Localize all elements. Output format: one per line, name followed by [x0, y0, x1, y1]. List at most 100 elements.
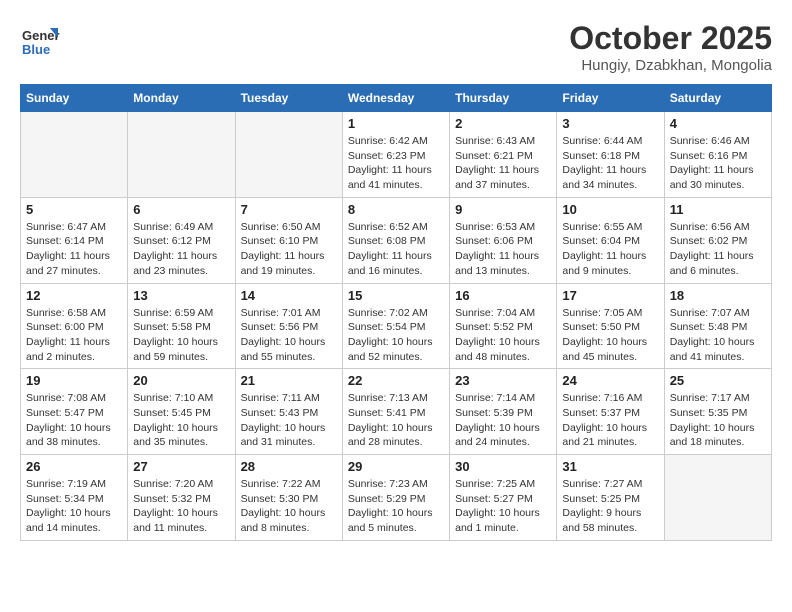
weekday-header: Wednesday: [342, 85, 449, 112]
calendar-cell: 12 Sunrise: 6:58 AM Sunset: 6:00 PM Dayli…: [21, 283, 128, 369]
day-info: Sunrise: 6:47 AM Sunset: 6:14 PM Dayligh…: [26, 220, 122, 279]
calendar-cell: 17 Sunrise: 7:05 AM Sunset: 5:50 PM Dayli…: [557, 283, 664, 369]
calendar-cell: 18 Sunrise: 7:07 AM Sunset: 5:48 PM Dayli…: [664, 283, 771, 369]
day-info: Sunrise: 6:44 AM Sunset: 6:18 PM Dayligh…: [562, 134, 658, 193]
calendar-cell: 7 Sunrise: 6:50 AM Sunset: 6:10 PM Daylig…: [235, 197, 342, 283]
day-info: Sunrise: 7:22 AM Sunset: 5:30 PM Dayligh…: [241, 477, 337, 536]
day-number: 6: [133, 202, 229, 217]
calendar-week-row: 26Sunrise: 7:19 AM Sunset: 5:34 PM Dayli…: [21, 455, 772, 541]
calendar-cell: 31 Sunrise: 7:27 AM Sunset: 5:25 PM Dayli…: [557, 455, 664, 541]
day-number: 13: [133, 288, 229, 303]
logo-icon: General Blue: [20, 20, 60, 60]
day-number: 10: [562, 202, 658, 217]
day-number: 5: [26, 202, 122, 217]
calendar-cell: 3Sunrise: 6:44 AM Sunset: 6:18 PM Daylig…: [557, 112, 664, 198]
month-title: October 2025: [569, 20, 772, 57]
calendar-cell: 26Sunrise: 7:19 AM Sunset: 5:34 PM Dayli…: [21, 455, 128, 541]
day-number: 24: [562, 373, 658, 388]
calendar-week-row: 12 Sunrise: 6:58 AM Sunset: 6:00 PM Dayli…: [21, 283, 772, 369]
calendar-cell: 22Sunrise: 7:13 AM Sunset: 5:41 PM Dayli…: [342, 369, 449, 455]
day-number: 11: [670, 202, 766, 217]
day-number: 12: [26, 288, 122, 303]
calendar-cell: 29 Sunrise: 7:23 AM Sunset: 5:29 PM Dayli…: [342, 455, 449, 541]
day-info: Sunrise: 6:52 AM Sunset: 6:08 PM Dayligh…: [348, 220, 444, 279]
calendar-cell: 24 Sunrise: 7:16 AM Sunset: 5:37 PM Dayli…: [557, 369, 664, 455]
calendar-week-row: 5 Sunrise: 6:47 AM Sunset: 6:14 PM Daylig…: [21, 197, 772, 283]
weekday-header: Tuesday: [235, 85, 342, 112]
calendar-cell: 25 Sunrise: 7:17 AM Sunset: 5:35 PM Dayli…: [664, 369, 771, 455]
day-info: Sunrise: 6:59 AM Sunset: 5:58 PM Dayligh…: [133, 306, 229, 365]
day-info: Sunrise: 7:14 AM Sunset: 5:39 PM Dayligh…: [455, 391, 551, 450]
calendar-cell: 2Sunrise: 6:43 AM Sunset: 6:21 PM Daylig…: [450, 112, 557, 198]
day-info: Sunrise: 6:46 AM Sunset: 6:16 PM Dayligh…: [670, 134, 766, 193]
day-info: Sunrise: 7:25 AM Sunset: 5:27 PM Dayligh…: [455, 477, 551, 536]
day-info: Sunrise: 6:43 AM Sunset: 6:21 PM Dayligh…: [455, 134, 551, 193]
calendar-cell: 15Sunrise: 7:02 AM Sunset: 5:54 PM Dayli…: [342, 283, 449, 369]
day-number: 7: [241, 202, 337, 217]
day-number: 19: [26, 373, 122, 388]
weekday-header: Sunday: [21, 85, 128, 112]
day-number: 21: [241, 373, 337, 388]
day-info: Sunrise: 7:16 AM Sunset: 5:37 PM Dayligh…: [562, 391, 658, 450]
day-number: 25: [670, 373, 766, 388]
day-info: Sunrise: 7:23 AM Sunset: 5:29 PM Dayligh…: [348, 477, 444, 536]
day-info: Sunrise: 7:11 AM Sunset: 5:43 PM Dayligh…: [241, 391, 337, 450]
calendar-cell: 13 Sunrise: 6:59 AM Sunset: 5:58 PM Dayli…: [128, 283, 235, 369]
day-info: Sunrise: 7:10 AM Sunset: 5:45 PM Dayligh…: [133, 391, 229, 450]
day-info: Sunrise: 7:01 AM Sunset: 5:56 PM Dayligh…: [241, 306, 337, 365]
calendar-week-row: 1Sunrise: 6:42 AM Sunset: 6:23 PM Daylig…: [21, 112, 772, 198]
calendar-cell: 6 Sunrise: 6:49 AM Sunset: 6:12 PM Daylig…: [128, 197, 235, 283]
calendar-cell: 1Sunrise: 6:42 AM Sunset: 6:23 PM Daylig…: [342, 112, 449, 198]
day-info: Sunrise: 7:05 AM Sunset: 5:50 PM Dayligh…: [562, 306, 658, 365]
day-info: Sunrise: 6:50 AM Sunset: 6:10 PM Dayligh…: [241, 220, 337, 279]
calendar-cell: [21, 112, 128, 198]
day-number: 18: [670, 288, 766, 303]
calendar-cell: 27Sunrise: 7:20 AM Sunset: 5:32 PM Dayli…: [128, 455, 235, 541]
calendar-header-row: SundayMondayTuesdayWednesdayThursdayFrid…: [21, 85, 772, 112]
day-info: Sunrise: 7:02 AM Sunset: 5:54 PM Dayligh…: [348, 306, 444, 365]
day-number: 26: [26, 459, 122, 474]
day-info: Sunrise: 7:17 AM Sunset: 5:35 PM Dayligh…: [670, 391, 766, 450]
calendar-cell: 21 Sunrise: 7:11 AM Sunset: 5:43 PM Dayli…: [235, 369, 342, 455]
day-info: Sunrise: 6:53 AM Sunset: 6:06 PM Dayligh…: [455, 220, 551, 279]
day-info: Sunrise: 7:27 AM Sunset: 5:25 PM Dayligh…: [562, 477, 658, 536]
day-number: 1: [348, 116, 444, 131]
calendar-cell: 28 Sunrise: 7:22 AM Sunset: 5:30 PM Dayli…: [235, 455, 342, 541]
day-info: Sunrise: 6:56 AM Sunset: 6:02 PM Dayligh…: [670, 220, 766, 279]
day-info: Sunrise: 6:55 AM Sunset: 6:04 PM Dayligh…: [562, 220, 658, 279]
day-number: 28: [241, 459, 337, 474]
calendar-cell: [664, 455, 771, 541]
day-info: Sunrise: 7:20 AM Sunset: 5:32 PM Dayligh…: [133, 477, 229, 536]
day-info: Sunrise: 6:58 AM Sunset: 6:00 PM Dayligh…: [26, 306, 122, 365]
day-number: 29: [348, 459, 444, 474]
weekday-header: Thursday: [450, 85, 557, 112]
calendar-cell: 23 Sunrise: 7:14 AM Sunset: 5:39 PM Dayli…: [450, 369, 557, 455]
day-number: 4: [670, 116, 766, 131]
day-number: 23: [455, 373, 551, 388]
day-info: Sunrise: 7:08 AM Sunset: 5:47 PM Dayligh…: [26, 391, 122, 450]
calendar-cell: 9 Sunrise: 6:53 AM Sunset: 6:06 PM Daylig…: [450, 197, 557, 283]
location: Hungiy, Dzabkhan, Mongolia: [569, 57, 772, 74]
day-number: 20: [133, 373, 229, 388]
day-number: 17: [562, 288, 658, 303]
logo: General Blue: [20, 20, 64, 60]
calendar-cell: 19 Sunrise: 7:08 AM Sunset: 5:47 PM Dayli…: [21, 369, 128, 455]
day-info: Sunrise: 7:13 AM Sunset: 5:41 PM Dayligh…: [348, 391, 444, 450]
calendar-cell: 4 Sunrise: 6:46 AM Sunset: 6:16 PM Daylig…: [664, 112, 771, 198]
calendar-table: SundayMondayTuesdayWednesdayThursdayFrid…: [20, 84, 772, 541]
day-number: 31: [562, 459, 658, 474]
calendar-cell: [235, 112, 342, 198]
weekday-header: Monday: [128, 85, 235, 112]
calendar-cell: [128, 112, 235, 198]
weekday-header: Friday: [557, 85, 664, 112]
day-number: 14: [241, 288, 337, 303]
day-info: Sunrise: 7:07 AM Sunset: 5:48 PM Dayligh…: [670, 306, 766, 365]
day-info: Sunrise: 6:49 AM Sunset: 6:12 PM Dayligh…: [133, 220, 229, 279]
day-info: Sunrise: 7:04 AM Sunset: 5:52 PM Dayligh…: [455, 306, 551, 365]
calendar-cell: 5 Sunrise: 6:47 AM Sunset: 6:14 PM Daylig…: [21, 197, 128, 283]
title-block: October 2025 Hungiy, Dzabkhan, Mongolia: [569, 20, 772, 74]
page-header: General Blue October 2025 Hungiy, Dzabkh…: [20, 20, 772, 74]
calendar-cell: 14 Sunrise: 7:01 AM Sunset: 5:56 PM Dayli…: [235, 283, 342, 369]
calendar-cell: 8Sunrise: 6:52 AM Sunset: 6:08 PM Daylig…: [342, 197, 449, 283]
day-number: 9: [455, 202, 551, 217]
